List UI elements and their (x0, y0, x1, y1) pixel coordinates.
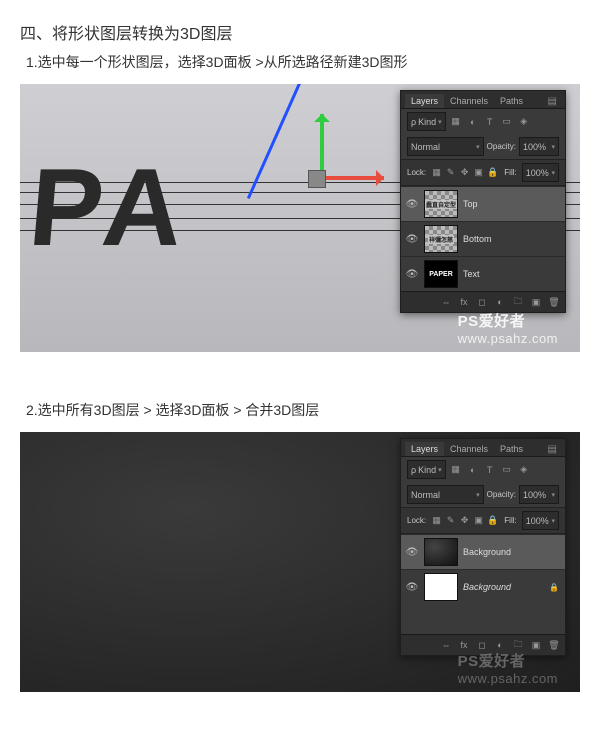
fill-value[interactable]: 100%▾ (522, 163, 559, 182)
visibility-toggle[interactable]: 👁 (405, 234, 419, 245)
3d-axis-gizmo[interactable] (280, 144, 420, 224)
panel-tabs: Layers Channels Paths ▤ (401, 439, 565, 457)
step-1-text: 1.选中每一个形状图层，选择3D面板 >从所选路径新建3D图形 (26, 52, 580, 72)
layer-background[interactable]: 👁 Background 🔒 (401, 569, 565, 604)
kind-filter[interactable]: ρKind▾ (407, 112, 446, 131)
layers-panel: Layers Channels Paths ▤ ρKind▾ ▦ ◐ T ▭ ◈… (400, 90, 566, 313)
fill-value[interactable]: 100%▾ (522, 511, 559, 530)
lock-move-icon[interactable]: ✥ (459, 166, 470, 180)
layer-thumb[interactable]: 蠢直自定型 (424, 190, 458, 218)
tab-paths[interactable]: Paths (494, 442, 529, 456)
visibility-toggle[interactable]: 👁 (405, 269, 419, 280)
filter-text-icon[interactable]: T (483, 463, 497, 477)
watermark: PS爱好者 www.psahz.com (458, 650, 558, 686)
new-layer-icon[interactable]: ▣ (529, 295, 543, 309)
layer-top[interactable]: 👁 蠢直自定型 Top (401, 186, 565, 221)
lock-paint-icon[interactable]: ✎ (445, 166, 456, 180)
lock-artboard-icon[interactable]: ▣ (473, 514, 484, 528)
filter-img-icon[interactable]: ▦ (449, 115, 463, 129)
screenshot-1: PA Layers Channels Paths ▤ ρKind▾ ▦ ◐ T … (20, 84, 580, 352)
trash-icon[interactable]: 🗑 (547, 295, 561, 309)
layer-name-label: Background (463, 547, 511, 557)
panel-footer: ⇔ fx ◻ ◐ 🗀 ▣ 🗑 (401, 291, 565, 312)
filter-shape-icon[interactable]: ▭ (500, 115, 514, 129)
blend-mode-select[interactable]: Normal▾ (407, 137, 484, 156)
lock-artboard-icon[interactable]: ▣ (473, 166, 484, 180)
blend-mode-select[interactable]: Normal▾ (407, 485, 484, 504)
panel-menu-icon[interactable]: ▤ (544, 444, 561, 455)
lock-label: Lock: (407, 168, 426, 177)
mask-icon[interactable]: ◻ (475, 295, 489, 309)
tab-layers[interactable]: Layers (405, 442, 444, 456)
filter-img-icon[interactable]: ▦ (449, 463, 463, 477)
lock-icon: 🔒 (549, 583, 561, 592)
lock-paint-icon[interactable]: ✎ (445, 514, 456, 528)
fx-icon[interactable]: fx (457, 295, 471, 309)
layer-text[interactable]: 👁 PAPER Text (401, 256, 565, 291)
visibility-toggle[interactable]: 👁 (405, 547, 419, 558)
visibility-toggle[interactable]: 👁 (405, 582, 419, 593)
lock-label: Lock: (407, 516, 426, 525)
watermark: PS爱好者 www.psahz.com (458, 310, 558, 346)
filter-text-icon[interactable]: T (483, 115, 497, 129)
link-layers-icon[interactable]: ⇔ (439, 638, 453, 652)
kind-filter[interactable]: ρKind▾ (407, 460, 446, 479)
axis-x-arrow[interactable] (324, 176, 384, 180)
visibility-toggle[interactable]: 👁 (405, 199, 419, 210)
panel-tabs: Layers Channels Paths ▤ (401, 91, 565, 109)
screenshot-2: Layers Channels Paths ▤ ρKind▾ ▦ ◐ T ▭ ◈… (20, 432, 580, 692)
layers-panel: Layers Channels Paths ▤ ρKind▾ ▦ ◐ T ▭ ◈… (400, 438, 566, 656)
panel-menu-icon[interactable]: ▤ (544, 96, 561, 107)
layer-name-label: Top (463, 199, 478, 209)
tab-channels[interactable]: Channels (444, 442, 494, 456)
filter-fx-icon[interactable]: ◈ (517, 115, 531, 129)
fill-label: Fill: (504, 168, 516, 177)
lock-move-icon[interactable]: ✥ (459, 514, 470, 528)
tab-layers[interactable]: Layers (405, 94, 444, 108)
3d-text-paper: PA (24, 144, 196, 271)
layer-name-label: Background (463, 582, 511, 592)
opacity-value[interactable]: 100%▾ (519, 137, 559, 156)
layer-thumb[interactable] (424, 538, 458, 566)
axis-y-arrow[interactable] (320, 114, 324, 174)
opacity-label: Opacity: (487, 490, 516, 499)
filter-adj-icon[interactable]: ◐ (466, 463, 480, 477)
layer-thumb[interactable] (424, 573, 458, 601)
link-layers-icon[interactable]: ⇔ (439, 295, 453, 309)
layer-background-3d[interactable]: 👁 Background (401, 534, 565, 569)
lock-transparent-icon[interactable]: ▦ (431, 514, 442, 528)
filter-shape-icon[interactable]: ▭ (500, 463, 514, 477)
lock-all-icon[interactable]: 🔒 (487, 514, 498, 528)
step-2-text: 2.选中所有3D图层 > 选择3D面板 > 合并3D图层 (26, 400, 580, 420)
axis-origin-cube[interactable] (308, 170, 326, 188)
tab-channels[interactable]: Channels (444, 94, 494, 108)
opacity-label: Opacity: (487, 142, 516, 151)
filter-adj-icon[interactable]: ◐ (466, 115, 480, 129)
guide-line (247, 84, 323, 199)
lock-all-icon[interactable]: 🔒 (487, 166, 498, 180)
fill-label: Fill: (504, 516, 516, 525)
folder-icon[interactable]: 🗀 (511, 295, 525, 309)
layer-name-label: Bottom (463, 234, 492, 244)
opacity-value[interactable]: 100%▾ (519, 485, 559, 504)
filter-fx-icon[interactable]: ◈ (517, 463, 531, 477)
tab-paths[interactable]: Paths (494, 94, 529, 108)
layer-name-label: Text (463, 269, 480, 279)
layer-thumb[interactable]: 祥彌怎慈 (424, 225, 458, 253)
layer-thumb[interactable]: PAPER (424, 260, 458, 288)
layer-bottom[interactable]: 👁 祥彌怎慈 Bottom (401, 221, 565, 256)
section-heading-4: 四、将形状图层转换为3D图层 (20, 20, 580, 44)
adjustment-icon[interactable]: ◐ (493, 295, 507, 309)
lock-transparent-icon[interactable]: ▦ (431, 166, 442, 180)
